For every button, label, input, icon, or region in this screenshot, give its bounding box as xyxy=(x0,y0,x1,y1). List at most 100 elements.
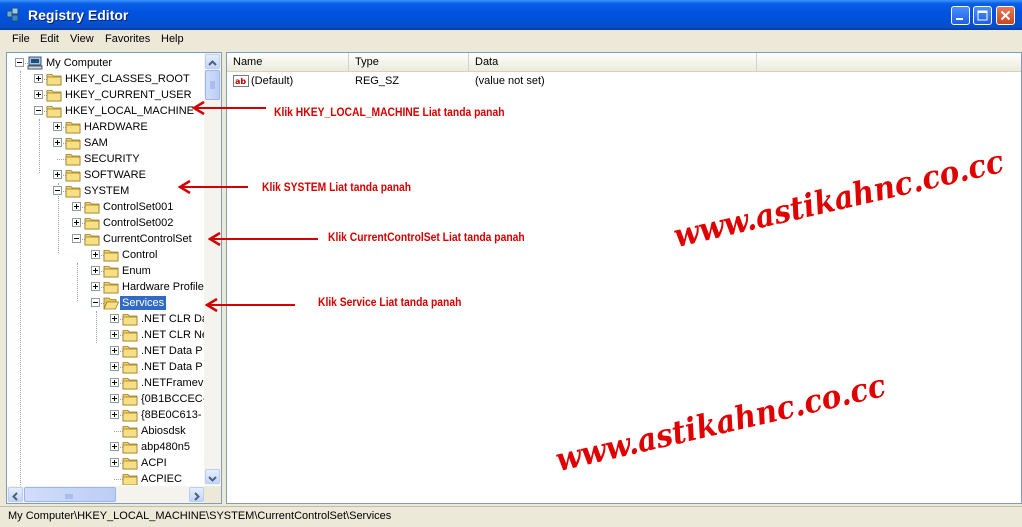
tree-node[interactable]: ACPIEC xyxy=(7,471,205,485)
tree-node-label: CurrentControlSet xyxy=(103,233,192,245)
expand-plus-icon[interactable] xyxy=(72,202,81,211)
scroll-down-button[interactable] xyxy=(205,469,220,484)
tree-node[interactable]: .NETFramev xyxy=(7,375,205,391)
scroll-up-button[interactable] xyxy=(205,54,220,69)
expand-plus-icon[interactable] xyxy=(110,314,119,323)
menu-favorites[interactable]: Favorites xyxy=(105,33,150,45)
grip-icon xyxy=(210,81,215,89)
menu-file[interactable]: File xyxy=(12,33,30,45)
tree-node[interactable]: abp480n5 xyxy=(7,439,205,455)
tree-node[interactable]: CurrentControlSet xyxy=(7,231,205,247)
tree-node[interactable]: Control xyxy=(7,247,205,263)
tree-node[interactable]: Services xyxy=(7,295,205,311)
tree-node[interactable]: SAM xyxy=(7,135,205,151)
expand-plus-icon[interactable] xyxy=(91,282,100,291)
tree-node-label: .NETFramev xyxy=(141,377,204,389)
folder-icon xyxy=(84,215,100,231)
key-tree-pane[interactable]: My Computer HKEY_CLASSES_ROOT HKEY_CURRENT… xyxy=(6,52,222,504)
expand-plus-icon[interactable] xyxy=(110,458,119,467)
expand-plus-icon[interactable] xyxy=(110,330,119,339)
folder-icon xyxy=(46,71,62,87)
tree-node[interactable]: Hardware Profile xyxy=(7,279,205,295)
expand-plus-icon[interactable] xyxy=(34,74,43,83)
tree-node[interactable]: HKEY_LOCAL_MACHINE xyxy=(7,103,205,119)
menu-help[interactable]: Help xyxy=(161,33,184,45)
grip-icon xyxy=(65,494,73,499)
tree-node[interactable]: .NET CLR Ne xyxy=(7,327,205,343)
expand-plus-icon[interactable] xyxy=(53,138,62,147)
collapse-minus-icon[interactable] xyxy=(34,106,43,115)
column-header-type[interactable]: Type xyxy=(349,53,469,71)
annotation-arrow-system xyxy=(178,179,248,195)
minimize-button[interactable] xyxy=(951,6,970,25)
tree-node-label: ACPIEC xyxy=(141,473,182,485)
folder-icon xyxy=(65,135,81,151)
tree-node[interactable]: .NET Data P xyxy=(7,359,205,375)
tree-node[interactable]: HKEY_CLASSES_ROOT xyxy=(7,71,205,87)
collapse-minus-icon[interactable] xyxy=(91,298,100,307)
arrow-down-icon xyxy=(208,476,217,482)
menu-view[interactable]: View xyxy=(70,33,94,45)
tree-node-label: HKEY_LOCAL_MACHINE xyxy=(65,105,194,117)
folder-icon xyxy=(84,231,100,247)
scroll-right-button[interactable] xyxy=(189,487,204,502)
registry-editor-window: Registry Editor File Edit View Favorites… xyxy=(0,0,1022,527)
key-tree: My Computer HKEY_CLASSES_ROOT HKEY_CURRENT… xyxy=(7,53,205,485)
tree-node-label: SECURITY xyxy=(84,153,140,165)
arrow-left-icon xyxy=(12,492,18,501)
folder-icon xyxy=(122,455,138,471)
tree-node[interactable]: {0B1BCCEC- xyxy=(7,391,205,407)
scroll-left-button[interactable] xyxy=(8,487,23,502)
expand-plus-icon[interactable] xyxy=(91,266,100,275)
expand-plus-icon[interactable] xyxy=(72,218,81,227)
tree-node-label: SYSTEM xyxy=(84,185,130,197)
svg-text:ab: ab xyxy=(235,77,246,86)
vertical-scroll-thumb[interactable] xyxy=(205,70,220,100)
menu-bar: File Edit View Favorites Help xyxy=(0,30,1022,50)
column-header-name[interactable]: Name xyxy=(227,53,349,71)
tree-node[interactable]: {8BE0C613- xyxy=(7,407,205,423)
annotation-arrow-services xyxy=(205,297,295,313)
collapse-minus-icon[interactable] xyxy=(15,58,24,67)
expand-plus-icon[interactable] xyxy=(110,394,119,403)
tree-node[interactable]: .NET Data P xyxy=(7,343,205,359)
expand-plus-icon[interactable] xyxy=(110,346,119,355)
tree-node[interactable]: My Computer xyxy=(7,55,205,71)
tree-vertical-scrollbar[interactable] xyxy=(204,53,221,485)
scrollbar-corner xyxy=(204,486,221,503)
tree-node[interactable]: SOFTWARE xyxy=(7,167,205,183)
title-bar[interactable]: Registry Editor xyxy=(0,0,1022,30)
tree-node-label: Hardware Profile xyxy=(122,281,204,293)
tree-node[interactable]: ControlSet001 xyxy=(7,199,205,215)
tree-node-label: .NET Data P xyxy=(141,361,203,373)
tree-node[interactable]: Abiosdsk xyxy=(7,423,205,439)
menu-edit[interactable]: Edit xyxy=(40,33,59,45)
close-button[interactable] xyxy=(996,6,1015,25)
expand-plus-icon[interactable] xyxy=(110,442,119,451)
collapse-minus-icon[interactable] xyxy=(72,234,81,243)
folder-icon xyxy=(46,87,62,103)
expand-plus-icon[interactable] xyxy=(110,362,119,371)
expand-plus-icon[interactable] xyxy=(53,170,62,179)
tree-node-label: My Computer xyxy=(46,57,113,69)
folder-icon xyxy=(103,279,119,295)
tree-horizontal-scrollbar[interactable] xyxy=(7,486,205,503)
tree-node[interactable]: SECURITY xyxy=(7,151,205,167)
tree-node[interactable]: HKEY_CURRENT_USER xyxy=(7,87,205,103)
maximize-button[interactable] xyxy=(973,6,992,25)
tree-node[interactable]: HARDWARE xyxy=(7,119,205,135)
tree-node[interactable]: Enum xyxy=(7,263,205,279)
tree-node[interactable]: ACPI xyxy=(7,455,205,471)
expand-plus-icon[interactable] xyxy=(53,122,62,131)
collapse-minus-icon[interactable] xyxy=(53,186,62,195)
tree-node[interactable]: .NET CLR Da xyxy=(7,311,205,327)
expand-plus-icon[interactable] xyxy=(34,90,43,99)
column-header-data[interactable]: Data xyxy=(469,53,757,71)
tree-node[interactable]: SYSTEM xyxy=(7,183,205,199)
expand-plus-icon[interactable] xyxy=(110,410,119,419)
tree-node[interactable]: ControlSet002 xyxy=(7,215,205,231)
close-icon xyxy=(1000,10,1011,21)
expand-plus-icon[interactable] xyxy=(91,250,100,259)
expand-plus-icon[interactable] xyxy=(110,378,119,387)
horizontal-scroll-thumb[interactable] xyxy=(24,487,116,502)
